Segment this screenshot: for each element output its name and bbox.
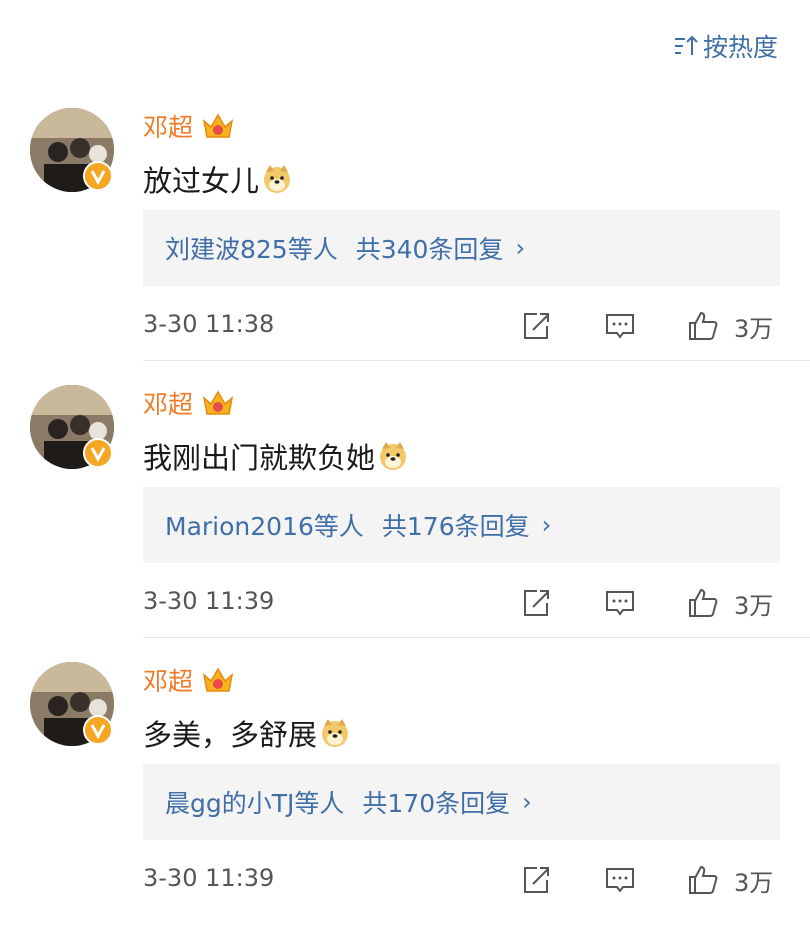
reply-users[interactable]: 晨gg的小TJ等人: [165, 784, 344, 820]
share-icon: [524, 313, 549, 339]
reply-total[interactable]: 共340条回复: [356, 230, 504, 266]
comment-text-body: 多美，多舒展: [143, 718, 318, 752]
thumbs-up-icon: [689, 588, 718, 617]
verified-badge-icon: [83, 438, 113, 468]
chevron-right-icon: ›: [522, 788, 532, 816]
doge-emoji-icon: [380, 442, 407, 470]
sort-icon: [674, 35, 698, 55]
comment-item: 邓超 多美，多舒展 晨gg的小TJ等人 共170条回复 › 3-30 11:39…: [0, 662, 810, 940]
author-name[interactable]: 邓超: [143, 385, 193, 421]
like-button[interactable]: 3万: [686, 306, 773, 346]
doge-emoji-icon: [264, 165, 291, 193]
comment-item: 邓超 我刚出门就欺负她 Marion2016等人 共176条回复 › 3-30 …: [0, 385, 810, 663]
comment-time: 3-30 11:39: [143, 587, 275, 615]
crown-icon: [202, 667, 234, 692]
reply-button[interactable]: [603, 306, 637, 346]
reply-button[interactable]: [603, 860, 637, 900]
reply-button[interactable]: [603, 583, 637, 623]
author-name[interactable]: 邓超: [143, 108, 193, 144]
reply-users[interactable]: 刘建波825等人: [165, 230, 338, 266]
like-count: 3万: [734, 314, 774, 343]
comment-time: 3-30 11:38: [143, 310, 275, 338]
like-count: 3万: [734, 591, 774, 620]
comment-meta: 3-30 11:38 3万: [143, 306, 780, 346]
thumbs-up-icon: [689, 865, 718, 894]
author-name[interactable]: 邓超: [143, 662, 193, 698]
replies-summary[interactable]: Marion2016等人 共176条回复 ›: [143, 487, 780, 563]
replies-summary[interactable]: 刘建波825等人 共340条回复 ›: [143, 210, 780, 286]
doge-emoji-icon: [322, 719, 349, 747]
comment-icon: [606, 591, 634, 616]
comment-meta: 3-30 11:39 3万: [143, 583, 780, 623]
sort-by-hot-button[interactable]: 按热度: [673, 28, 778, 64]
thumbs-up-icon: [689, 311, 718, 340]
crown-icon: [202, 113, 234, 138]
comment-icon: [606, 868, 634, 893]
comment-text-body: 我刚出门就欺负她: [143, 441, 376, 475]
comment-icon: [606, 314, 634, 339]
reply-total[interactable]: 共170条回复: [362, 784, 510, 820]
comment-author[interactable]: 邓超: [143, 108, 235, 144]
share-button[interactable]: [519, 583, 553, 623]
comment-meta: 3-30 11:39 3万: [143, 860, 780, 900]
share-icon: [524, 867, 549, 893]
divider: [143, 637, 810, 638]
divider: [143, 360, 810, 361]
comment-item: 邓超 放过女儿 刘建波825等人 共340条回复 › 3-30 11:38 3万: [0, 108, 810, 386]
comment-text: 多美，多舒展: [143, 712, 351, 754]
comment-text: 我刚出门就欺负她: [143, 435, 409, 477]
sort-label: 按热度: [702, 33, 778, 62]
verified-badge-icon: [83, 715, 113, 745]
crown-icon: [202, 390, 234, 415]
verified-badge-icon: [83, 161, 113, 191]
like-button[interactable]: 3万: [686, 860, 773, 900]
share-icon: [524, 590, 549, 616]
reply-users[interactable]: Marion2016等人: [165, 507, 364, 543]
like-count: 3万: [734, 868, 774, 897]
reply-total[interactable]: 共176条回复: [382, 507, 530, 543]
share-button[interactable]: [519, 860, 553, 900]
comment-text-body: 放过女儿: [143, 164, 260, 198]
share-button[interactable]: [519, 306, 553, 346]
chevron-right-icon: ›: [515, 234, 526, 262]
replies-summary[interactable]: 晨gg的小TJ等人 共170条回复 ›: [143, 764, 780, 840]
like-button[interactable]: 3万: [686, 583, 773, 623]
comment-time: 3-30 11:39: [143, 864, 275, 892]
comment-text: 放过女儿: [143, 158, 293, 200]
chevron-right-icon: ›: [541, 511, 552, 539]
comment-author[interactable]: 邓超: [143, 385, 235, 421]
comment-author[interactable]: 邓超: [143, 662, 235, 698]
